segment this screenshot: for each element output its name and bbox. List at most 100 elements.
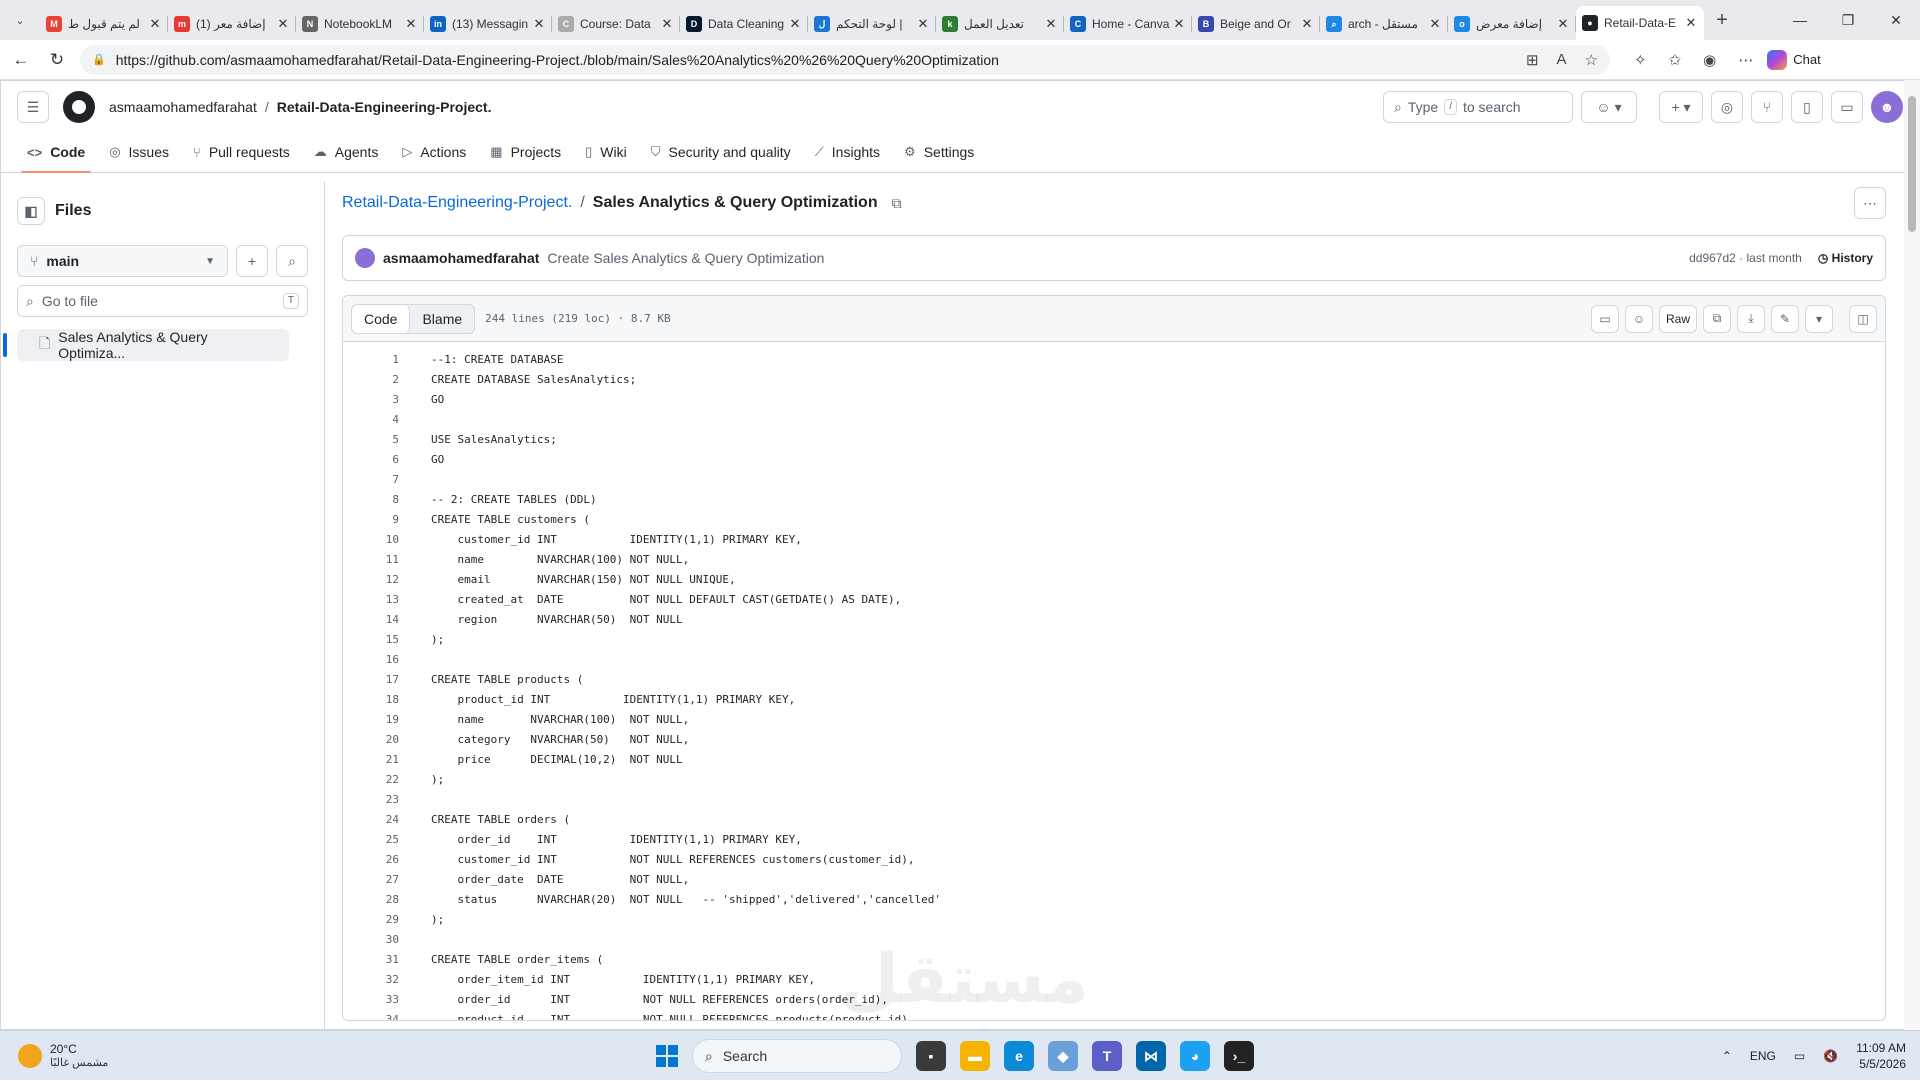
more-menu-icon[interactable]: ⋯ — [1738, 51, 1753, 69]
repo-nav-settings[interactable]: ⚙ Settings — [894, 144, 984, 172]
close-tab-icon[interactable]: ✕ — [1684, 15, 1698, 31]
copilot-menu-button[interactable]: ☺ ▾ — [1581, 91, 1637, 123]
repositories-icon[interactable]: ▯ — [1791, 91, 1823, 123]
repo-root-link[interactable]: Retail-Data-Engineering-Project. — [342, 194, 572, 212]
edit-pencil-icon[interactable]: ✎ — [1771, 304, 1799, 333]
line-number[interactable]: 18 — [343, 690, 399, 710]
symbols-panel-icon[interactable]: ◫ — [1849, 304, 1877, 333]
close-tab-icon[interactable]: ✕ — [1044, 16, 1058, 32]
repo-nav-issues[interactable]: ◎ Issues — [99, 144, 179, 172]
go-to-file-input[interactable]: ⌕ Go to file T — [17, 285, 308, 317]
browser-tab[interactable]: ⌕ arch - مستقل ✕ — [1320, 8, 1448, 40]
app-available-icon[interactable]: ⊞ — [1526, 51, 1539, 69]
line-number[interactable]: 13 — [343, 590, 399, 610]
show-hidden-icons-icon[interactable]: ⌃ — [1722, 1049, 1732, 1063]
profile-icon[interactable]: ◉ — [1703, 51, 1716, 69]
line-number[interactable]: 33 — [343, 990, 399, 1010]
browser-tab[interactable]: B Beige and Or ✕ — [1192, 8, 1320, 40]
line-number[interactable]: 10 — [343, 530, 399, 550]
repo-nav-pull-requests[interactable]: ⑂ Pull requests — [183, 144, 300, 172]
collapse-sidebar-icon[interactable]: ◧ — [17, 197, 45, 225]
pull-requests-icon[interactable]: ⑂ — [1751, 91, 1783, 123]
browser-tab[interactable]: m (1) إضافة معر ✕ — [168, 8, 296, 40]
clock[interactable]: 11:09 AM 5/5/2026 — [1856, 1040, 1906, 1072]
browser-tab[interactable]: ● Retail-Data-E ✕ — [1576, 6, 1704, 40]
line-number[interactable]: 3 — [343, 390, 399, 410]
search-input[interactable]: ⌕ Type / to search — [1383, 91, 1573, 123]
close-tab-icon[interactable]: ✕ — [788, 16, 802, 32]
line-number[interactable]: 31 — [343, 950, 399, 970]
copy-path-icon[interactable]: ⧉ — [892, 195, 902, 212]
search-files-icon[interactable]: ⌕ — [276, 245, 308, 277]
terminal-icon[interactable]: ›_ — [1224, 1041, 1254, 1071]
line-number[interactable]: 9 — [343, 510, 399, 530]
refresh-icon[interactable]: ↻ — [42, 45, 72, 75]
more-options-icon[interactable]: ⋯ — [1854, 187, 1886, 219]
back-arrow-icon[interactable]: ← — [6, 45, 36, 75]
tab-code[interactable]: Code — [352, 304, 411, 333]
line-number[interactable]: 20 — [343, 730, 399, 750]
restore-icon[interactable]: ❐ — [1824, 0, 1872, 40]
close-tab-icon[interactable]: ✕ — [404, 16, 418, 32]
commit-author[interactable]: asmaamohamedfarahat — [383, 250, 539, 266]
close-tab-icon[interactable]: ✕ — [1300, 16, 1314, 32]
close-tab-icon[interactable]: ✕ — [532, 16, 546, 32]
line-number[interactable]: 28 — [343, 890, 399, 910]
line-number[interactable]: 24 — [343, 810, 399, 830]
file-tree-item[interactable]: 🗋 Sales Analytics & Query Optimiza... — [3, 329, 289, 361]
line-number[interactable]: 29 — [343, 910, 399, 930]
favorites-icon[interactable]: ✩ — [1669, 51, 1682, 69]
repo-nav-insights[interactable]: ⟋ Insights — [805, 144, 890, 172]
taskbar-search[interactable]: ⌕ Search — [692, 1039, 902, 1073]
repo-nav-projects[interactable]: ▦ Projects — [480, 144, 571, 172]
raw-button[interactable]: Raw — [1658, 304, 1697, 333]
repo-nav-code[interactable]: <> Code — [17, 144, 95, 173]
commit-meta[interactable]: dd967d2 · last month — [1689, 251, 1802, 265]
branch-selector[interactable]: ⑂ main ▼ — [17, 245, 228, 277]
owner-link[interactable]: asmaamohamedfarahat — [109, 99, 257, 115]
tab-actions-chevron-icon[interactable]: ⌄ — [0, 0, 40, 40]
line-number[interactable]: 23 — [343, 790, 399, 810]
repo-nav-wiki[interactable]: ▯ Wiki — [575, 144, 637, 172]
line-number[interactable]: 27 — [343, 870, 399, 890]
favorite-star-icon[interactable]: ☆ — [1585, 51, 1598, 69]
browser-tab[interactable]: C Home - Canva ✕ — [1064, 8, 1192, 40]
line-number[interactable]: 4 — [343, 410, 399, 430]
close-tab-icon[interactable]: ✕ — [916, 16, 930, 32]
weather-widget[interactable]: 20°C مشمس غالبًا — [18, 1042, 108, 1069]
line-number[interactable]: 8 — [343, 490, 399, 510]
repo-link[interactable]: Retail-Data-Engineering-Project. — [277, 99, 492, 115]
new-tab-button[interactable]: + — [1704, 9, 1740, 32]
network-icon[interactable]: ▭ — [1794, 1049, 1805, 1063]
app-bird-icon[interactable]: ◕ — [1180, 1041, 1210, 1071]
language-indicator[interactable]: ENG — [1750, 1049, 1776, 1063]
close-window-icon[interactable]: ✕ — [1872, 0, 1920, 40]
read-aloud-icon[interactable]: A — [1557, 51, 1567, 69]
file-explorer-icon[interactable]: ▬ — [960, 1041, 990, 1071]
repo-nav-agents[interactable]: ☁ Agents — [304, 144, 389, 172]
line-number[interactable]: 19 — [343, 710, 399, 730]
line-number[interactable]: 12 — [343, 570, 399, 590]
close-tab-icon[interactable]: ✕ — [276, 16, 290, 32]
browser-tab[interactable]: M لم يتم قبول ط ✕ — [40, 8, 168, 40]
line-number[interactable]: 1 — [343, 350, 399, 370]
github-logo-icon[interactable] — [63, 91, 95, 123]
copilot-chat-button[interactable]: Chat — [1767, 49, 1821, 70]
extensions-icon[interactable]: ✧ — [1634, 51, 1647, 69]
line-number[interactable]: 6 — [343, 450, 399, 470]
hamburger-menu-icon[interactable]: ☰ — [17, 91, 49, 123]
browser-tab[interactable]: k تعديل العمل ✕ — [936, 8, 1064, 40]
line-number[interactable]: 7 — [343, 470, 399, 490]
commit-message[interactable]: Create Sales Analytics & Query Optimizat… — [547, 250, 824, 266]
line-number[interactable]: 11 — [343, 550, 399, 570]
task-view-icon[interactable]: ▪ — [916, 1041, 946, 1071]
edit-dropdown-icon[interactable]: ▾ — [1805, 304, 1833, 333]
minimize-icon[interactable]: — — [1776, 0, 1824, 40]
browser-tab[interactable]: in (13) Messagin ✕ — [424, 8, 552, 40]
close-tab-icon[interactable]: ✕ — [660, 16, 674, 32]
line-number[interactable]: 25 — [343, 830, 399, 850]
url-text[interactable]: https://github.com/asmaamohamedfarahat/R… — [116, 52, 1526, 68]
scrollbar-thumb[interactable] — [1908, 96, 1916, 232]
page-scrollbar[interactable] — [1904, 80, 1920, 1030]
vscode-icon[interactable]: ⋈ — [1136, 1041, 1166, 1071]
